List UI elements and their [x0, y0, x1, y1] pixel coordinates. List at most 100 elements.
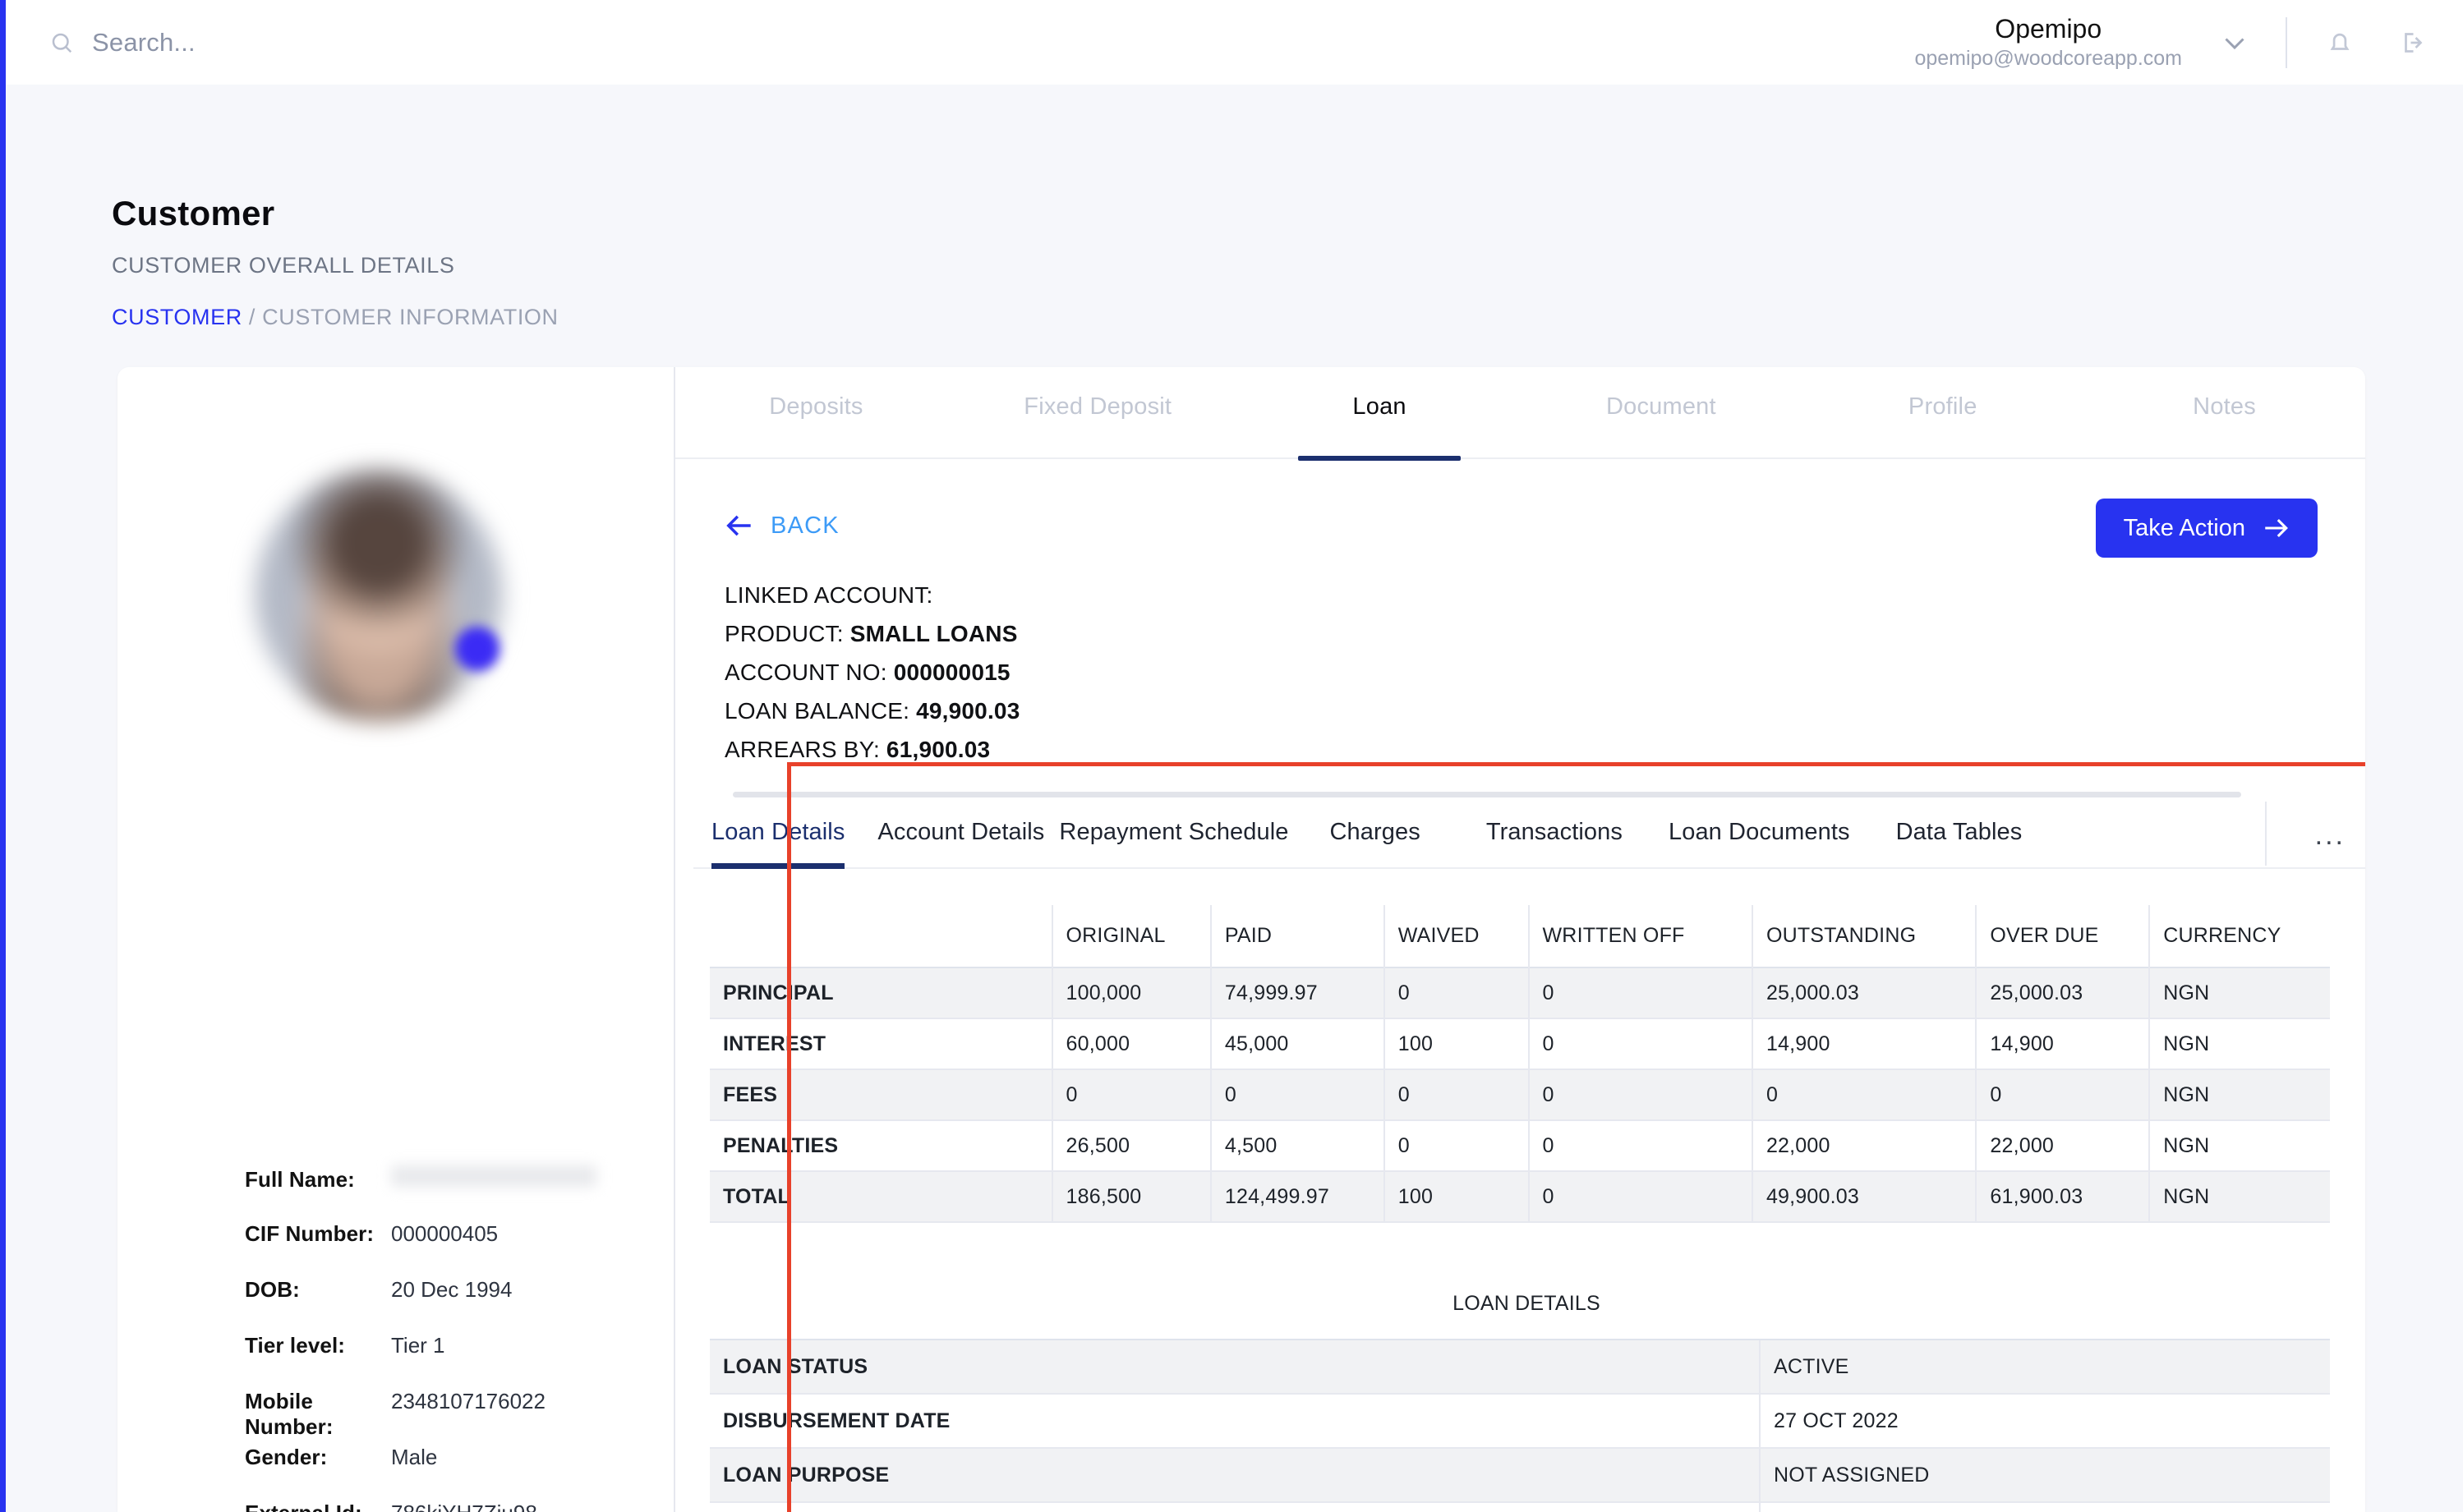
field-value: Tier 1 [391, 1333, 445, 1358]
cell: NGN [2163, 1184, 2210, 1208]
cell: 22,000 [1976, 1120, 2151, 1172]
field-label: Gender: [245, 1445, 328, 1469]
account-no-label: ACCOUNT NO: [725, 659, 887, 686]
tab-document[interactable]: Document [1520, 393, 1802, 459]
cell: 186,500 [1052, 1171, 1212, 1223]
breadcrumb: CUSTOMER / CUSTOMER INFORMATION [112, 305, 559, 330]
tab-notes[interactable]: Notes [2083, 393, 2365, 459]
tab-loan[interactable]: Loan [1239, 393, 1521, 459]
cell: 0 [1528, 1120, 1753, 1172]
cell: NGN [2163, 1133, 2210, 1157]
cell: 0 [1383, 1069, 1530, 1121]
subtabs-overflow-button[interactable]: ... [2315, 821, 2346, 849]
field-value: 20 Dec 1994 [391, 1277, 513, 1302]
loan-balances-table: ORIGINAL PAID WAIVED WRITTEN OFF OUTSTAN… [710, 905, 2330, 1223]
subtab-repayment-schedule[interactable]: Repayment Schedule [1059, 819, 1288, 867]
product-value: SMALL LOANS [849, 621, 1018, 647]
breadcrumb-separator: / [248, 305, 256, 329]
field-label: DOB: [245, 1277, 300, 1302]
sub-tabs-wrap: Loan Details Account Details Repayment S… [675, 784, 2365, 870]
cell: 49,900.03 [1752, 1171, 1977, 1223]
col-blank [710, 905, 1053, 968]
arrears-value: 61,900.03 [886, 737, 991, 763]
linked-account-line: LINKED ACCOUNT: [725, 576, 2365, 614]
cell: 0 [1210, 1069, 1385, 1121]
cell: 100 [1383, 1171, 1530, 1223]
field-value: 2348107176022 [391, 1389, 546, 1413]
table-row: TOTAL 186,500 124,499.97 100 0 49,900.03… [710, 1171, 2330, 1223]
take-action-button[interactable]: Take Action [2095, 499, 2318, 558]
subtab-loan-documents[interactable]: Loan Documents [1669, 819, 1850, 867]
tab-fixed-deposit[interactable]: Fixed Deposit [957, 393, 1239, 459]
field-value: Male [391, 1445, 438, 1469]
cell-value: 27 OCT 2022 [1774, 1409, 1899, 1432]
cell: 22,000 [1752, 1120, 1977, 1172]
field-label: Full Name: [245, 1167, 355, 1192]
field-label: Mobile Number: [245, 1389, 334, 1439]
main-tabs: Deposits Fixed Deposit Loan Document Pro… [675, 367, 2365, 459]
breadcrumb-current: CUSTOMER INFORMATION [262, 305, 559, 329]
field-row: Mobile Number: 2348107176022 [245, 1389, 672, 1445]
search-input[interactable] [92, 27, 552, 57]
col-over-due: OVER DUE [1976, 905, 2151, 968]
search-icon [49, 30, 74, 55]
collapsed-nav-strip[interactable] [0, 0, 6, 1512]
user-menu[interactable]: Opemipo opemipo@woodcoreapp.com [1914, 13, 2182, 69]
loan-balance-value: 49,900.03 [916, 698, 1020, 724]
topbar-divider [2286, 16, 2287, 68]
subtab-transactions[interactable]: Transactions [1486, 819, 1623, 867]
cell: 0 [1528, 967, 1753, 1019]
subtabs-divider [2265, 802, 2267, 866]
product-label: PRODUCT: [725, 621, 844, 647]
arrow-right-icon [2262, 514, 2290, 542]
subtabs-scrollbar[interactable] [733, 792, 2241, 798]
field-row: Gender: Male [245, 1445, 672, 1501]
subtab-data-tables[interactable]: Data Tables [1896, 819, 2023, 867]
customer-fields: Full Name: CIF Number: 000000405 DOB: 20… [245, 1165, 672, 1512]
table-row: LOAN OFFICER NOT ASSIGNED [710, 1502, 2330, 1512]
topbar-right-cluster: Opemipo opemipo@woodcoreapp.com [1914, 0, 2463, 85]
cell: NGN [2163, 1032, 2210, 1055]
bell-icon[interactable] [2325, 28, 2355, 57]
logout-icon[interactable] [2397, 28, 2427, 57]
loan-summary: BACK Take Action LINKED ACCOUNT: PRODUCT… [675, 459, 2365, 769]
cell: 124,499.97 [1210, 1171, 1385, 1223]
tab-profile[interactable]: Profile [1802, 393, 2083, 459]
field-row: DOB: 20 Dec 1994 [245, 1277, 672, 1333]
arrears-line: ARREARS BY: 61,900.03 [725, 730, 2365, 769]
subtab-charges[interactable]: Charges [1330, 819, 1420, 867]
table-row: LOAN STATUS ACTIVE [710, 1340, 2330, 1395]
cell: INTEREST [710, 1018, 1053, 1070]
search-box[interactable] [49, 27, 552, 57]
field-row: Full Name: [245, 1165, 672, 1221]
field-row: External Id: 786kjYH7Ziu98 [245, 1501, 672, 1512]
cell: 14,900 [1752, 1018, 1977, 1070]
user-name: Opemipo [1995, 13, 2102, 44]
avatar-photo [251, 467, 506, 722]
table-row: PRINCIPAL 100,000 74,999.97 0 0 25,000.0… [710, 967, 2330, 1019]
cell: 60,000 [1052, 1018, 1212, 1070]
field-label: Tier level: [245, 1333, 346, 1358]
cell: 0 [1976, 1069, 2151, 1121]
cell-key: LOAN OFFICER [710, 1502, 1761, 1512]
tab-deposits[interactable]: Deposits [675, 393, 957, 459]
cell: 0 [1052, 1069, 1212, 1121]
col-outstanding: OUTSTANDING [1752, 905, 1977, 968]
loan-panel: Deposits Fixed Deposit Loan Document Pro… [675, 367, 2365, 1512]
table-row: PENALTIES 26,500 4,500 0 0 22,000 22,000… [710, 1120, 2330, 1172]
col-written-off: WRITTEN OFF [1528, 905, 1753, 968]
cell: 61,900.03 [1976, 1171, 2151, 1223]
cell-value: NOT ASSIGNED [1760, 1502, 2330, 1512]
table-row: LOAN PURPOSE NOT ASSIGNED [710, 1448, 2330, 1503]
subtab-account-details[interactable]: Account Details [877, 819, 1044, 867]
table-header-row: ORIGINAL PAID WAIVED WRITTEN OFF OUTSTAN… [710, 905, 2330, 968]
account-no-value: 000000015 [893, 659, 1011, 686]
subtab-loan-details[interactable]: Loan Details [711, 819, 845, 870]
cell: 100 [1383, 1018, 1530, 1070]
chevron-down-icon[interactable] [2182, 28, 2249, 57]
cell: 14,900 [1976, 1018, 2151, 1070]
cell: PENALTIES [710, 1120, 1053, 1172]
cell: 0 [1528, 1018, 1753, 1070]
arrow-left-icon [725, 510, 756, 541]
breadcrumb-customer-link[interactable]: CUSTOMER [112, 305, 242, 329]
